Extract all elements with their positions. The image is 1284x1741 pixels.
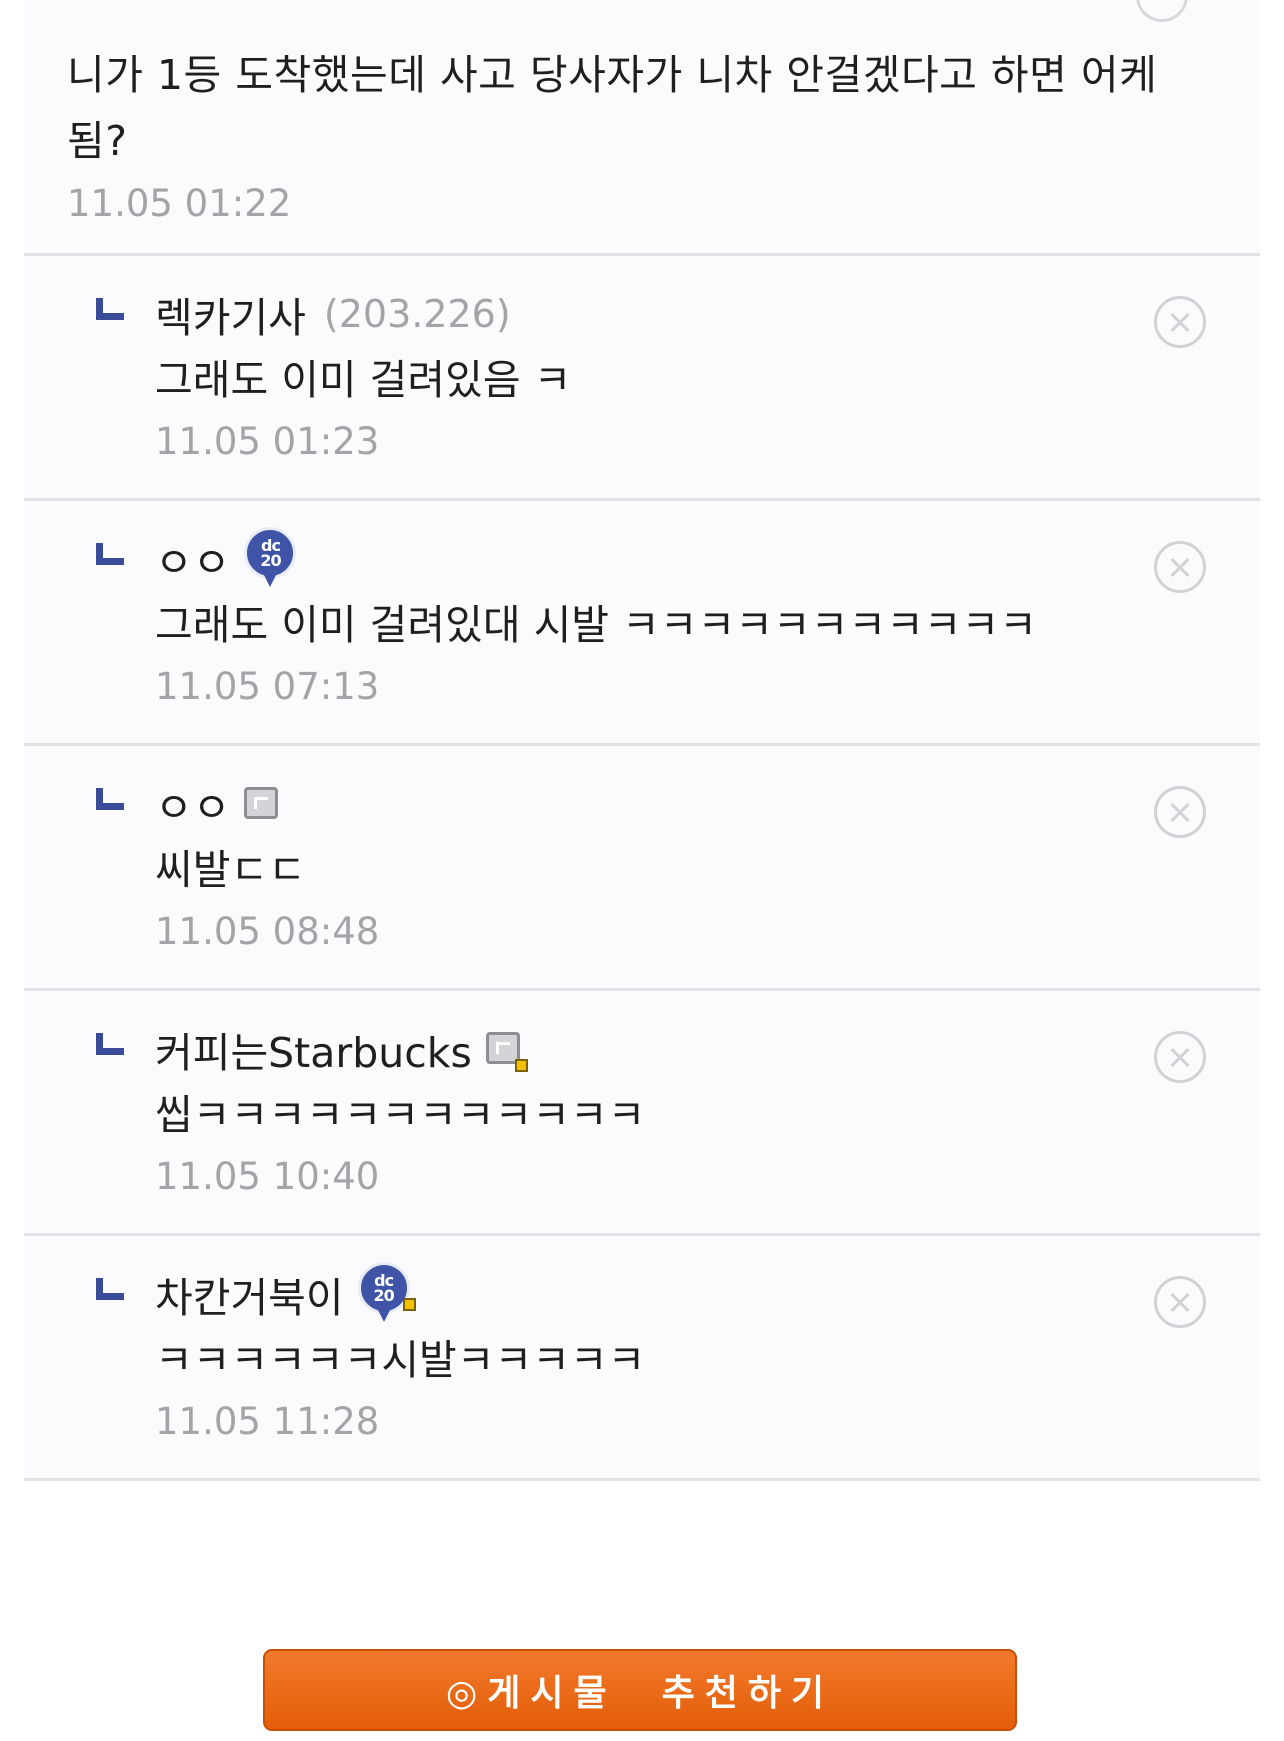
reply-arrow-icon bbox=[96, 788, 124, 810]
reply-time: 11.05 01:23 bbox=[155, 420, 380, 463]
reply-arrow-icon bbox=[96, 543, 124, 565]
parent-comment-text: 니가 1등 도착했는데 사고 당사자가 니차 안걸겠다고 하면 어케 됨? bbox=[67, 51, 1158, 165]
reply-ip: (203.226) bbox=[323, 292, 511, 336]
delete-reply-button[interactable] bbox=[1154, 1031, 1206, 1083]
reply-text: 씹ㅋㅋㅋㅋㅋㅋㅋㅋㅋㅋㅋㅋ bbox=[155, 1091, 646, 1139]
reply-item: 커피는Starbucks 씹ㅋㅋㅋㅋㅋㅋㅋㅋㅋㅋㅋㅋ 11.05 10:40 bbox=[24, 991, 1260, 1236]
delete-reply-button[interactable] bbox=[1154, 1276, 1206, 1328]
reply-arrow-icon bbox=[96, 1278, 124, 1300]
reply-item: 차칸거북이 dc 20 ㅋㅋㅋㅋㅋㅋ시발ㅋㅋㅋㅋㅋ 11.05 11:28 bbox=[24, 1236, 1260, 1481]
delete-icon[interactable] bbox=[1136, 0, 1188, 22]
reply-arrow-icon bbox=[96, 1033, 124, 1055]
delete-reply-button[interactable] bbox=[1154, 296, 1206, 348]
reply-time: 11.05 10:40 bbox=[155, 1155, 380, 1198]
dc-gonik-manager-icon: dc 20 bbox=[357, 1262, 416, 1326]
reply-item: ㅇㅇ dc 20 그래도 이미 걸려있대 시발 ㅋㅋㅋㅋㅋㅋㅋㅋㅋㅋㅋ 11.05… bbox=[24, 501, 1260, 746]
parent-comment-time: 11.05 01:22 bbox=[67, 182, 292, 225]
parent-comment: 니가 1등 도착했는데 사고 당사자가 니차 안걸겠다고 하면 어케 됨? 11… bbox=[24, 0, 1260, 256]
reply-text: 씨발ㄷㄷ bbox=[155, 846, 306, 894]
fixed-nick-icon bbox=[244, 787, 280, 821]
reply-item: ㅇㅇ 씨발ㄷㄷ 11.05 08:48 bbox=[24, 746, 1260, 991]
fixed-nick-manager-icon bbox=[485, 1032, 528, 1072]
reply-nickname[interactable]: 커피는Starbucks bbox=[155, 1019, 472, 1079]
comment-thread: 니가 1등 도착했는데 사고 당사자가 니차 안걸겠다고 하면 어케 됨? 11… bbox=[24, 0, 1260, 1481]
delete-reply-button[interactable] bbox=[1154, 786, 1206, 838]
reply-text: 그래도 이미 걸려있대 시발 ㅋㅋㅋㅋㅋㅋㅋㅋㅋㅋㅋ bbox=[155, 601, 1037, 649]
delete-reply-button[interactable] bbox=[1154, 541, 1206, 593]
reply-nickname[interactable]: ㅇㅇ bbox=[155, 774, 230, 834]
reply-arrow-icon bbox=[96, 298, 124, 320]
reply-nickname[interactable]: 렉카기사 bbox=[155, 284, 306, 344]
reply-time: 11.05 11:28 bbox=[155, 1400, 380, 1443]
reply-item: 렉카기사 (203.226) 그래도 이미 걸려있음 ㅋ 11.05 01:23 bbox=[24, 256, 1260, 501]
dc-gonik-icon: dc 20 bbox=[244, 527, 297, 591]
reply-time: 11.05 08:48 bbox=[155, 910, 380, 953]
reply-nickname[interactable]: 차칸거북이 bbox=[155, 1264, 344, 1324]
reply-text: 그래도 이미 걸려있음 ㅋ bbox=[155, 356, 572, 404]
reply-time: 11.05 07:13 bbox=[155, 665, 380, 708]
reply-text: ㅋㅋㅋㅋㅋㅋ시발ㅋㅋㅋㅋㅋ bbox=[155, 1336, 646, 1384]
recommend-post-button[interactable]: ◎게시물 추천하기 bbox=[263, 1649, 1017, 1731]
reply-nickname[interactable]: ㅇㅇ bbox=[155, 529, 230, 589]
